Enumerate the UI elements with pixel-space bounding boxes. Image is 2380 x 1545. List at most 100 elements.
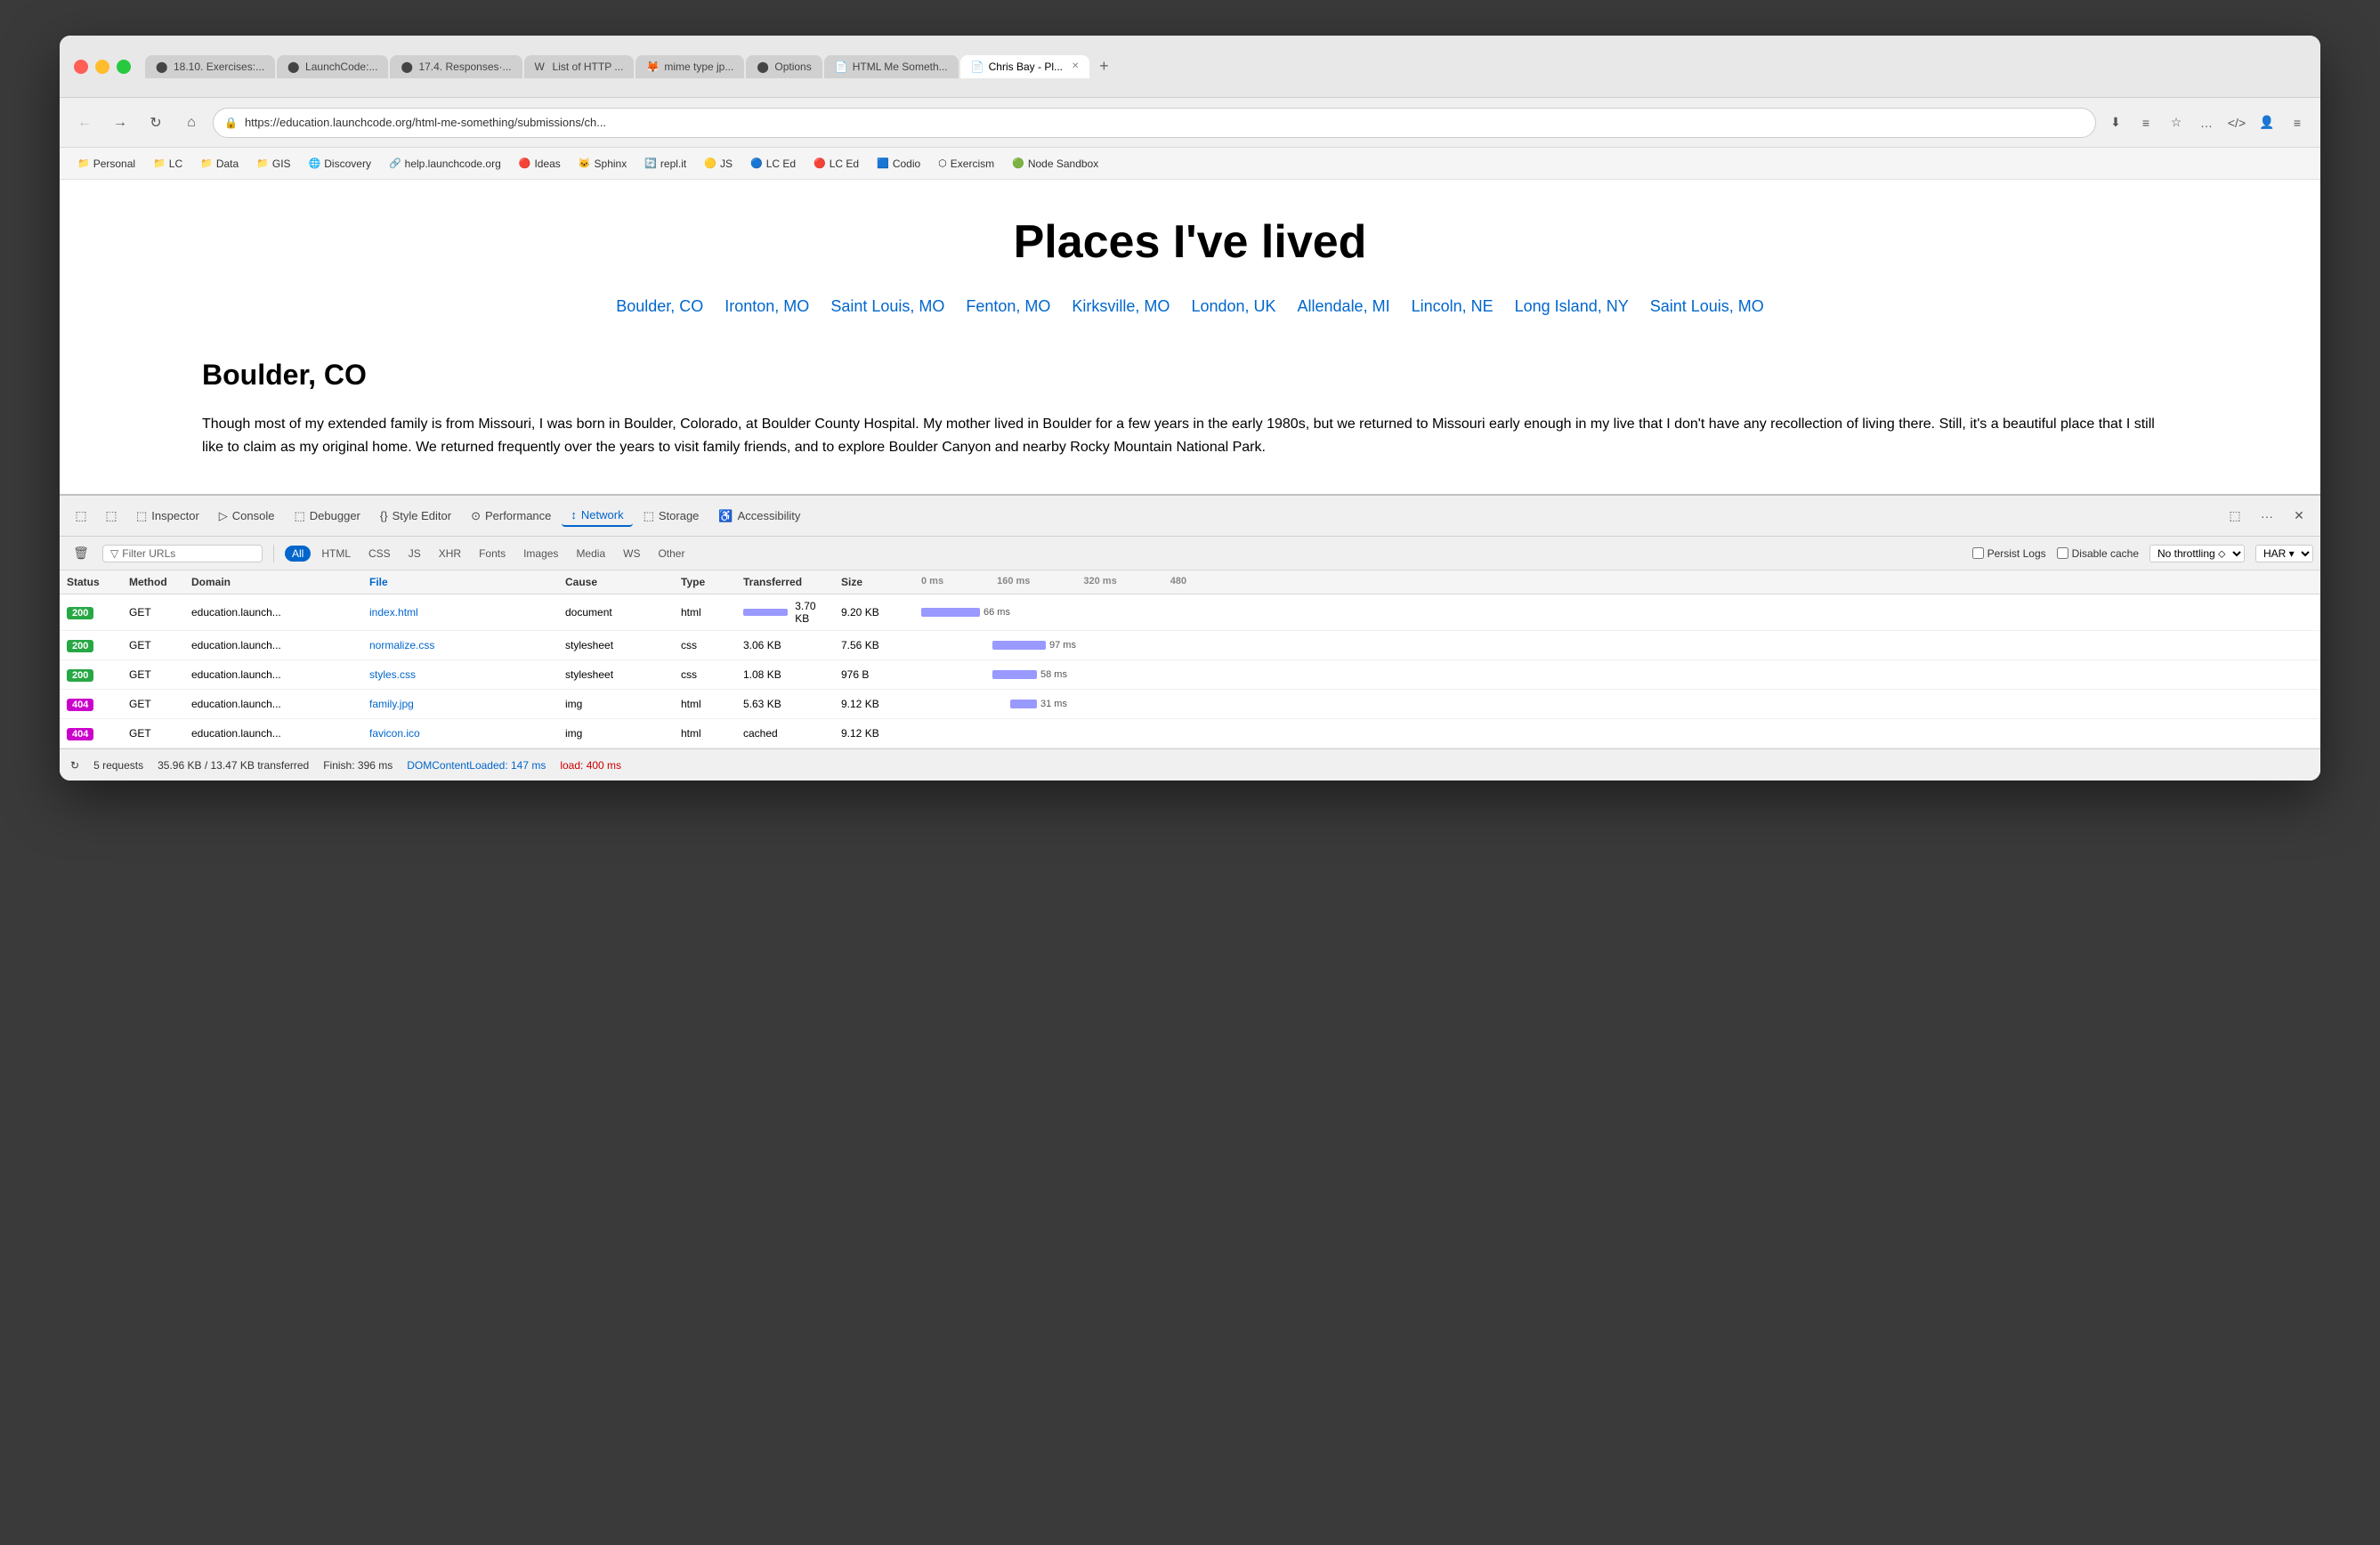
devtools-tab-debugger[interactable]: ⬚ Debugger xyxy=(285,506,368,527)
bookmark-js[interactable]: 🟡 JS xyxy=(697,155,740,173)
tab-mime[interactable]: 🦊 mime type jp... xyxy=(635,55,744,78)
avatar-icon[interactable]: 👤 xyxy=(2255,110,2279,135)
tab-close-button[interactable]: ✕ xyxy=(1072,61,1079,71)
tab-chris-bay[interactable]: 📄 Chris Bay - Pl... ✕ xyxy=(960,55,1090,78)
nav-link-lincoln[interactable]: Lincoln, NE xyxy=(1412,297,1494,316)
close-button[interactable] xyxy=(74,60,88,74)
nav-link-boulder[interactable]: Boulder, CO xyxy=(616,297,703,316)
home-button[interactable]: ⌂ xyxy=(177,109,206,137)
menu-icon[interactable]: ≡ xyxy=(2285,110,2310,135)
filter-js[interactable]: JS xyxy=(401,546,428,562)
bookmark-nodesandbox[interactable]: 🟢 Node Sandbox xyxy=(1005,155,1105,173)
bookmark-lced2[interactable]: 🔴 LC Ed xyxy=(806,155,866,173)
devtools-tab-network[interactable]: ↕ Network xyxy=(562,505,632,527)
size-cell: 7.56 KB xyxy=(834,634,914,657)
transferred-cell: 5.63 KB xyxy=(736,692,834,716)
nav-link-stlouis1[interactable]: Saint Louis, MO xyxy=(830,297,944,316)
bookmark-exercism[interactable]: ⬡ Exercism xyxy=(931,155,1001,173)
nav-link-fenton[interactable]: Fenton, MO xyxy=(966,297,1050,316)
bookmark-sphinx[interactable]: 🐱 Sphinx xyxy=(571,155,634,173)
filter-all[interactable]: All xyxy=(285,546,311,562)
maximize-button[interactable] xyxy=(117,60,131,74)
clear-log-button[interactable]: 🗑 xyxy=(67,539,95,568)
filter-ws[interactable]: WS xyxy=(616,546,647,562)
filter-css[interactable]: CSS xyxy=(361,546,398,562)
tab-options[interactable]: ⬤ Options xyxy=(746,55,822,78)
minimize-button[interactable] xyxy=(95,60,109,74)
devtools-tab-performance[interactable]: ⊙ Performance xyxy=(462,506,560,527)
status-badge: 404 xyxy=(67,699,93,711)
tab-html-me[interactable]: 📄 HTML Me Someth... xyxy=(824,55,959,78)
devtools-more-button[interactable]: ··· xyxy=(2253,502,2281,530)
tab-launchcode[interactable]: ⬤ LaunchCode:... xyxy=(277,55,388,78)
help-icon: 🔗 xyxy=(389,158,401,169)
bookmark-lc[interactable]: 📁 LC xyxy=(146,155,190,173)
filter-urls-input[interactable]: ▽ Filter URLs xyxy=(102,545,263,562)
bookmark-personal[interactable]: 📁 Personal xyxy=(70,155,142,173)
disable-cache-input[interactable] xyxy=(2057,547,2068,559)
persist-logs-checkbox[interactable]: Persist Logs xyxy=(1972,547,2046,560)
back-button[interactable]: ← xyxy=(70,109,99,137)
bookmark-ideas[interactable]: 🔴 Ideas xyxy=(512,155,568,173)
bookmark-data[interactable]: 📁 Data xyxy=(193,155,246,173)
refresh-button[interactable]: ↻ xyxy=(142,109,170,137)
table-row[interactable]: 200 GET education.launch... styles.css s… xyxy=(60,660,2320,690)
new-tab-button[interactable]: + xyxy=(1091,54,1116,79)
devtools-responsive-btn[interactable]: ⬚ xyxy=(97,502,125,530)
table-row[interactable]: 200 GET education.launch... normalize.cs… xyxy=(60,631,2320,660)
bookmark-lced1[interactable]: 🔵 LC Ed xyxy=(743,155,803,173)
table-row[interactable]: 200 GET education.launch... index.html d… xyxy=(60,595,2320,631)
reader-mode-icon[interactable]: ≡ xyxy=(2133,110,2158,135)
devtools-dock-button[interactable]: ⬚ xyxy=(2221,502,2249,530)
folder-icon-2: 📁 xyxy=(153,158,166,169)
domain-cell: education.launch... xyxy=(184,634,362,657)
table-row[interactable]: 404 GET education.launch... family.jpg i… xyxy=(60,690,2320,719)
filter-media[interactable]: Media xyxy=(569,546,612,562)
dev-tools-icon[interactable]: </> xyxy=(2224,110,2249,135)
nav-link-longisland[interactable]: Long Island, NY xyxy=(1515,297,1629,316)
ellipsis-icon[interactable]: … xyxy=(2194,110,2219,135)
filter-fonts[interactable]: Fonts xyxy=(472,546,513,562)
devtools-tab-style-editor[interactable]: {} Style Editor xyxy=(371,506,460,526)
bookmark-gis[interactable]: 📁 GIS xyxy=(249,155,297,173)
devtools-tab-console[interactable]: ▷ Console xyxy=(210,506,284,527)
folder-icon-4: 📁 xyxy=(256,158,269,169)
page-content: Places I've lived Boulder, CO Ironton, M… xyxy=(60,180,2320,494)
devtools-tab-accessibility[interactable]: ♿ Accessibility xyxy=(709,506,809,527)
table-row[interactable]: 404 GET education.launch... favicon.ico … xyxy=(60,719,2320,748)
devtools-pick-element-btn[interactable]: ⬚ xyxy=(67,502,95,530)
nav-link-ironton[interactable]: Ironton, MO xyxy=(725,297,809,316)
devtools-tab-storage[interactable]: ⬚ Storage xyxy=(635,506,708,527)
address-bar[interactable]: 🔒 https://education.launchcode.org/html-… xyxy=(213,108,2096,138)
bookmark-help[interactable]: 🔗 help.launchcode.org xyxy=(382,155,508,173)
disable-cache-checkbox[interactable]: Disable cache xyxy=(2057,547,2139,560)
tab-responses[interactable]: ⬤ 17.4. Responses·... xyxy=(390,55,522,78)
firefox-icon: 🦊 xyxy=(646,61,659,73)
bookmark-replit[interactable]: 🔄 repl.it xyxy=(637,155,693,173)
col-header-status: Status xyxy=(60,570,122,594)
filter-images[interactable]: Images xyxy=(516,546,565,562)
bookmark-star-icon[interactable]: ☆ xyxy=(2164,110,2189,135)
divider xyxy=(273,545,274,562)
nav-link-allendale[interactable]: Allendale, MI xyxy=(1298,297,1390,316)
filter-other[interactable]: Other xyxy=(651,546,692,562)
replit-icon: 🔄 xyxy=(644,158,657,169)
github-icon-4: ⬤ xyxy=(757,61,769,73)
nav-link-stlouis2[interactable]: Saint Louis, MO xyxy=(1650,297,1764,316)
bookmark-codio[interactable]: 🟦 Codio xyxy=(870,155,927,173)
tab-exercises[interactable]: ⬤ 18.10. Exercises:... xyxy=(145,55,275,78)
persist-logs-input[interactable] xyxy=(1972,547,1984,559)
download-icon[interactable]: ⬇ xyxy=(2103,110,2128,135)
nav-link-london[interactable]: London, UK xyxy=(1191,297,1275,316)
devtools-close-button[interactable]: ✕ xyxy=(2285,502,2313,530)
filter-html[interactable]: HTML xyxy=(314,546,358,562)
tab-http[interactable]: W List of HTTP ... xyxy=(524,55,635,78)
bookmark-discovery[interactable]: 🌐 Discovery xyxy=(302,155,378,173)
accessibility-icon: ♿ xyxy=(718,509,733,523)
devtools-tab-inspector[interactable]: ⬚ Inspector xyxy=(127,506,208,527)
har-select[interactable]: HAR ▾ xyxy=(2255,545,2313,562)
filter-xhr[interactable]: XHR xyxy=(432,546,468,562)
forward-button[interactable]: → xyxy=(106,109,134,137)
throttling-select[interactable]: No throttling ⬦ xyxy=(2149,545,2245,562)
nav-link-kirksville[interactable]: Kirksville, MO xyxy=(1072,297,1170,316)
